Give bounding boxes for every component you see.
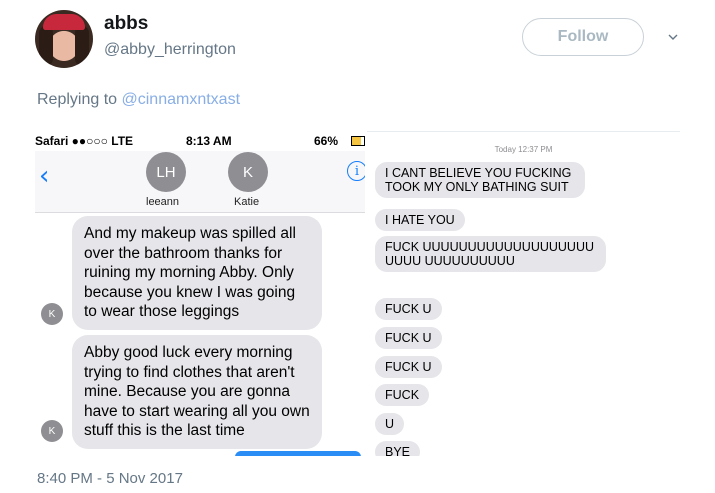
- chevron-down-icon[interactable]: [668, 32, 678, 42]
- message-bubble: I HATE YOU: [375, 209, 465, 231]
- reply-prefix: Replying to: [37, 91, 118, 108]
- message-bubble: FUCK U: [375, 356, 442, 378]
- contact-name: Katie: [234, 196, 260, 208]
- status-carrier: Safari ●●○○○ LTE: [35, 134, 134, 148]
- battery-icon: [351, 136, 365, 146]
- follow-button[interactable]: Follow: [522, 18, 644, 56]
- message-bubble: FUCK U: [375, 327, 442, 349]
- message-bubble: I CANT BELIEVE YOU FUCKING TOOK MY ONLY …: [375, 162, 585, 198]
- conversation-timestamp: Today 12:37 PM: [494, 145, 553, 154]
- contact-avatar[interactable]: LH: [146, 152, 186, 192]
- sender-avatar: K: [41, 303, 63, 325]
- tweet-timestamp[interactable]: 8:40 PM - 5 Nov 2017: [37, 470, 183, 487]
- message-bubble: U: [375, 413, 405, 435]
- message-bubble: FUCK: [375, 384, 430, 406]
- message-bubble: FUCK U: [375, 298, 442, 320]
- reply-mention-link[interactable]: @cinnamxntxast: [122, 91, 241, 108]
- status-time: 8:13 AM: [186, 134, 232, 148]
- contact-name: leeann: [146, 196, 180, 208]
- avatar-hat: [43, 14, 85, 30]
- message-bubble: FUCK UUUUUUUUUUUUUUUUUUUUUUU UUUUUUUUUU: [375, 236, 606, 272]
- message-bubble: Abby good luck every morning trying to f…: [72, 335, 322, 449]
- tweet-media[interactable]: Safari ●●○○○ LTE 8:13 AM 66% ‹ LH leeann…: [35, 131, 680, 456]
- message-bubble: And my makeup was spilled all over the b…: [72, 216, 322, 330]
- message-bubble: BYE: [375, 441, 421, 456]
- back-chevron-icon[interactable]: ‹: [39, 161, 49, 191]
- avatar-hair: [39, 26, 53, 66]
- user-handle[interactable]: @abby_herrington: [104, 41, 236, 59]
- user-avatar[interactable]: [35, 10, 93, 68]
- display-name[interactable]: abbs: [104, 13, 148, 35]
- sender-avatar: K: [41, 420, 63, 442]
- replying-to: Replying to @cinnamxntxast: [37, 91, 240, 109]
- conversation-header: ‹ LH leeann K Katie i: [35, 151, 365, 213]
- avatar-hair: [75, 26, 89, 66]
- outgoing-bubble-edge: [235, 451, 361, 456]
- left-screenshot: Safari ●●○○○ LTE 8:13 AM 66% ‹ LH leeann…: [35, 131, 365, 456]
- contact-avatar[interactable]: K: [228, 152, 268, 192]
- right-screenshot: Today 12:37 PM I CANT BELIEVE YOU FUCKIN…: [367, 131, 680, 456]
- info-icon[interactable]: i: [347, 161, 365, 181]
- status-battery: 66%: [314, 134, 339, 148]
- status-bar: Safari ●●○○○ LTE 8:13 AM 66%: [35, 131, 365, 151]
